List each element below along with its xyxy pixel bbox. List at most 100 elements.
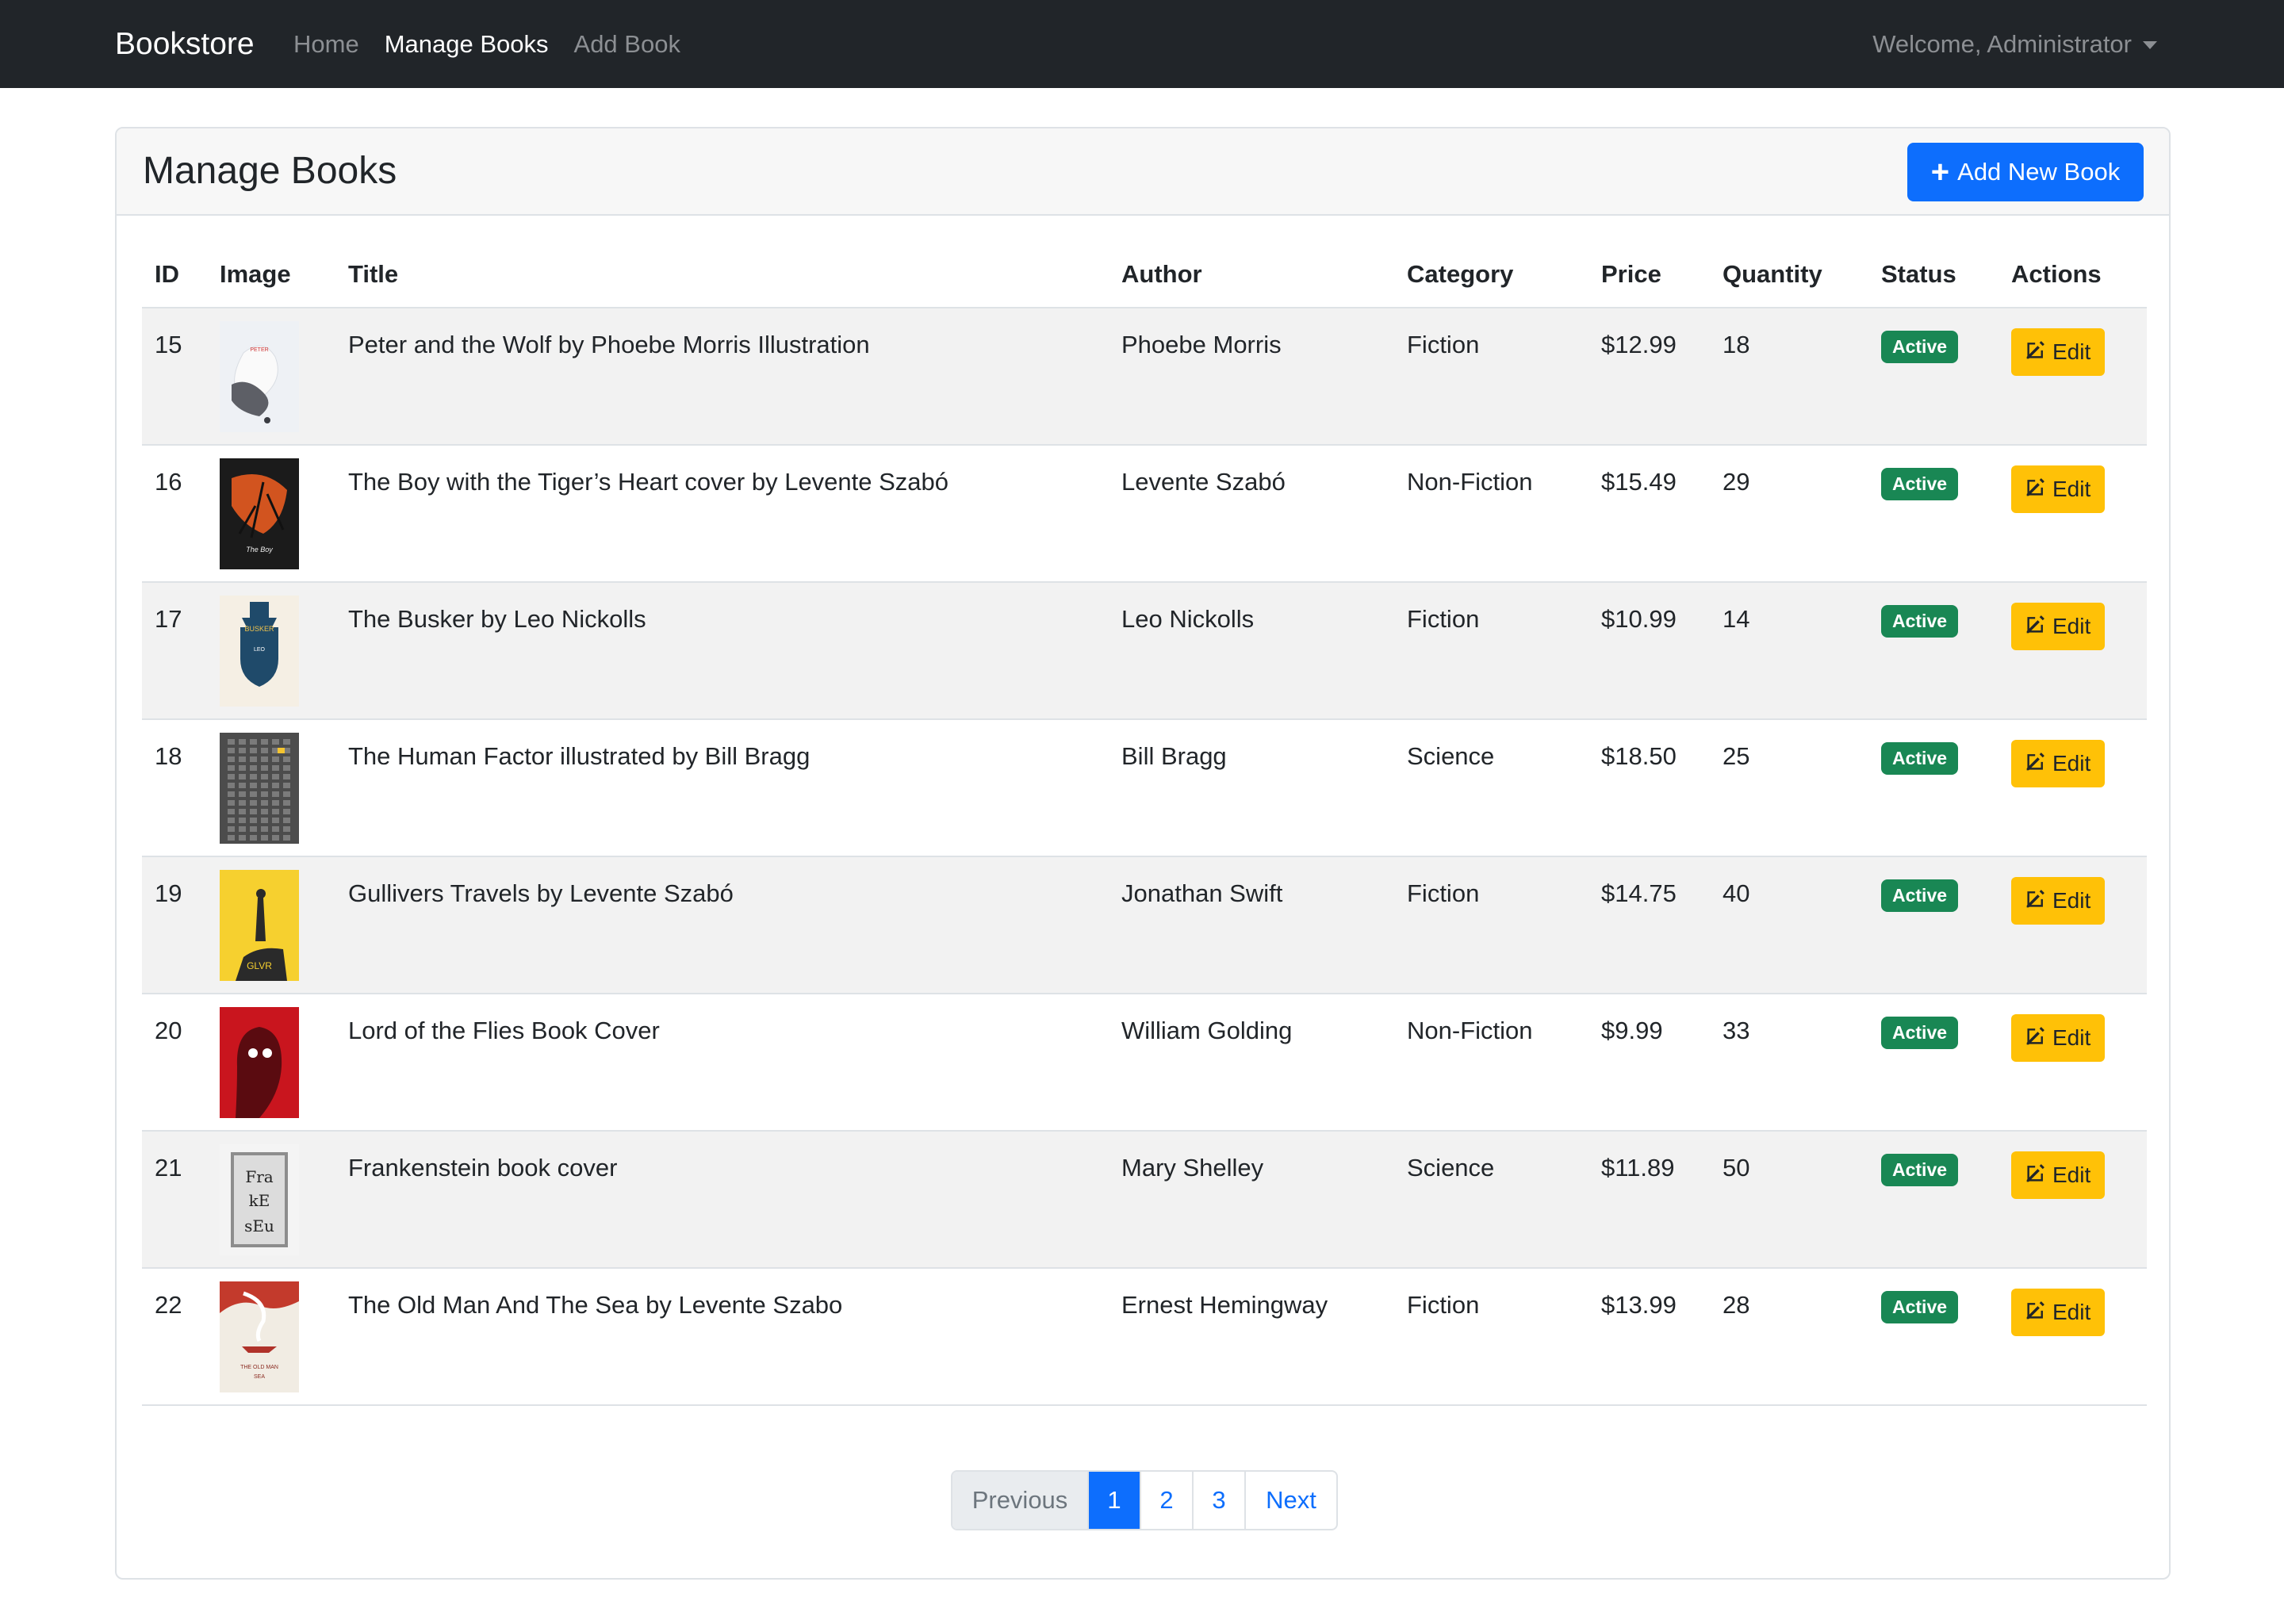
card-header: Manage Books + Add New Book [117,128,2169,216]
cell-status: Active [1868,1268,1998,1406]
edit-button[interactable]: Edit [2011,328,2106,376]
edit-button-label: Edit [2052,751,2091,776]
table-row: 15 PETER Peter and the Wolf by Phoebe Morr… [142,308,2147,446]
book-cover-image [220,1007,299,1118]
pagination-next[interactable]: Next [1244,1472,1336,1529]
header-author: Author [1109,241,1394,308]
cell-image: GLVR [207,856,335,994]
cell-actions: Edit [1998,582,2147,720]
cell-image [207,994,335,1132]
cell-status: Active [1868,994,1998,1132]
header-title: Title [335,241,1109,308]
cell-category: Fiction [1394,856,1588,994]
cell-category: Non-Fiction [1394,994,1588,1132]
cell-actions: Edit [1998,856,2147,994]
status-badge: Active [1881,468,1959,500]
cell-author: Ernest Hemingway [1109,1268,1394,1406]
caret-down-icon [2143,40,2157,49]
header-category: Category [1394,241,1588,308]
add-new-book-button[interactable]: + Add New Book [1907,143,2144,201]
svg-text:BUSKER: BUSKER [244,625,274,633]
cell-id: 16 [142,445,207,583]
edit-button[interactable]: Edit [2011,1014,2106,1062]
status-badge: Active [1881,742,1959,775]
cell-price: $9.99 [1588,994,1710,1132]
cell-category: Non-Fiction [1394,445,1588,583]
table-row: 17 BUSKER LEO The Busker by Leo Nickolls Leo… [142,582,2147,720]
cell-actions: Edit [1998,994,2147,1132]
pagination-page-2[interactable]: 2 [1140,1472,1192,1529]
cell-price: $11.89 [1588,1131,1710,1269]
edit-button[interactable]: Edit [2011,603,2106,650]
cell-quantity: 25 [1710,719,1868,857]
cell-title: Gullivers Travels by Levente Szabó [335,856,1109,994]
user-dropdown[interactable]: Welcome, Administrator [1872,0,2157,88]
nav-link-manage-books[interactable]: Manage Books [385,0,549,88]
svg-text:SEA: SEA [254,1374,265,1380]
table-header-row: ID Image Title Author Category Price Qua… [142,241,2147,308]
brand-link[interactable]: Bookstore [115,0,255,88]
table-row: 18 The Human Factor illustrated by Bill B… [142,719,2147,857]
plus-icon: + [1930,155,1950,190]
pagination-previous[interactable]: Previous [952,1472,1087,1529]
nav-link-add-book[interactable]: Add Book [574,0,680,88]
book-cover-image: THE OLD MAN SEA [220,1281,299,1392]
cell-actions: Edit [1998,1131,2147,1269]
cell-id: 21 [142,1131,207,1269]
edit-square-icon [2025,1300,2052,1326]
cell-quantity: 14 [1710,582,1868,720]
cell-image: The Boy [207,445,335,583]
cell-author: Mary Shelley [1109,1131,1394,1269]
nav-link-home[interactable]: Home [293,0,359,88]
cell-quantity: 28 [1710,1268,1868,1406]
nav-links: Home Manage Books Add Book [293,0,706,88]
edit-square-icon [2025,751,2052,777]
edit-button[interactable]: Edit [2011,465,2106,513]
cell-status: Active [1868,856,1998,994]
edit-button-label: Edit [2052,888,2091,913]
cell-price: $15.49 [1588,445,1710,583]
cell-image [207,719,335,857]
edit-button[interactable]: Edit [2011,1289,2106,1336]
cell-price: $14.75 [1588,856,1710,994]
cell-title: The Human Factor illustrated by Bill Bra… [335,719,1109,857]
cell-author: Bill Bragg [1109,719,1394,857]
edit-button-label: Edit [2052,1162,2091,1187]
cell-status: Active [1868,1131,1998,1269]
cell-status: Active [1868,582,1998,720]
add-new-book-label: Add New Book [1957,158,2121,186]
cell-title: The Old Man And The Sea by Levente Szabo [335,1268,1109,1406]
book-cover-image: PETER [220,321,299,432]
svg-text:LEO: LEO [254,647,266,653]
cell-price: $13.99 [1588,1268,1710,1406]
cell-category: Science [1394,719,1588,857]
book-cover-image: BUSKER LEO [220,596,299,707]
status-badge: Active [1881,1291,1959,1323]
edit-button[interactable]: Edit [2011,740,2106,787]
header-price: Price [1588,241,1710,308]
cell-image: THE OLD MAN SEA [207,1268,335,1406]
svg-text:sEu: sEu [244,1216,274,1235]
cell-actions: Edit [1998,1268,2147,1406]
cell-price: $10.99 [1588,582,1710,720]
svg-text:GLVR: GLVR [247,960,272,971]
top-navbar: Bookstore Home Manage Books Add Book Wel… [0,0,2284,88]
table-row: 20 Lord of the Flies Book Cover William Go… [142,994,2147,1132]
manage-books-card: Manage Books + Add New Book ID Image Tit… [115,127,2171,1580]
table-row: 19 GLVR Gullivers Travels by Levente Szabó… [142,856,2147,994]
page-title: Manage Books [143,150,397,192]
edit-square-icon [2025,339,2052,366]
svg-text:The Boy: The Boy [246,546,273,553]
cell-title: Lord of the Flies Book Cover [335,994,1109,1132]
edit-button[interactable]: Edit [2011,1151,2106,1199]
cell-quantity: 18 [1710,308,1868,446]
edit-button[interactable]: Edit [2011,877,2106,925]
pagination-page-1[interactable]: 1 [1087,1472,1140,1529]
pagination-page-3[interactable]: 3 [1192,1472,1244,1529]
cell-quantity: 33 [1710,994,1868,1132]
status-badge: Active [1881,1154,1959,1186]
pagination: Previous 1 2 3 Next [951,1470,1338,1530]
status-badge: Active [1881,879,1959,912]
cell-image: PETER [207,308,335,446]
book-cover-image: Fra kE sEu [220,1144,299,1255]
